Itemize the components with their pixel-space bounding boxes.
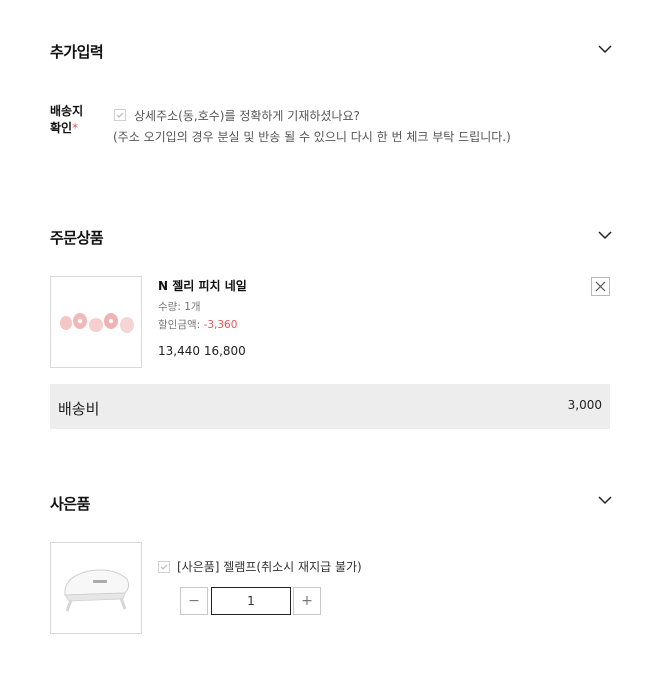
required-mark: * (72, 121, 79, 135)
check-icon (160, 564, 168, 570)
section-title-extra-input: 추가입력 (50, 43, 104, 61)
label-line-2: 확인 (50, 121, 73, 135)
gift-thumbnail[interactable] (50, 542, 142, 634)
gift-label[interactable]: [사은품] 젤램프(취소시 재지급 불가) (177, 558, 362, 575)
check-icon (116, 112, 124, 118)
shipping-fee-amount: 3,000 (567, 398, 602, 412)
quantity-input[interactable]: 1 (211, 587, 291, 615)
quantity-increase-button[interactable]: + (293, 587, 321, 615)
product-thumbnail[interactable] (50, 276, 142, 368)
product-name[interactable]: N 젤리 피치 네일 (158, 277, 247, 294)
quantity-decrease-button[interactable]: − (180, 587, 208, 615)
nail-lamp-image (64, 569, 130, 612)
product-quantity: 수량: 1개 (158, 301, 201, 313)
sale-price: 13,440 (158, 344, 200, 358)
shipping-fee-label: 배송비 (58, 400, 100, 418)
section-title-gifts: 사은품 (50, 495, 90, 513)
original-price: 16,800 (203, 344, 246, 358)
product-price: 13,440 16,800 (158, 344, 246, 358)
close-icon (595, 281, 606, 292)
shipping-confirm-label: 배송지 확인* (50, 103, 83, 137)
discount-value: -3,360 (203, 319, 238, 331)
gift-checkbox[interactable] (158, 561, 170, 573)
address-confirm-note: (주소 오기입의 경우 분실 및 반송 될 수 있으니 다시 한 번 체크 부탁… (113, 130, 511, 144)
nail-product-image (60, 313, 134, 333)
address-confirm-checkbox[interactable] (114, 109, 126, 121)
address-confirm-label[interactable]: 상세주소(동,호수)를 정확하게 기재하셨나요? (134, 107, 360, 124)
remove-item-button[interactable] (591, 277, 610, 296)
discount-label: 할인금액: (158, 319, 201, 331)
chevron-down-icon[interactable] (598, 495, 612, 505)
chevron-down-icon[interactable] (598, 44, 612, 54)
product-discount: 할인금액: -3,360 (158, 317, 237, 332)
label-line-1: 배송지 (50, 104, 84, 118)
shipping-fee-bar: 배송비 3,000 (50, 384, 610, 429)
section-title-order-items: 주문상품 (50, 229, 104, 247)
chevron-down-icon[interactable] (598, 230, 612, 240)
